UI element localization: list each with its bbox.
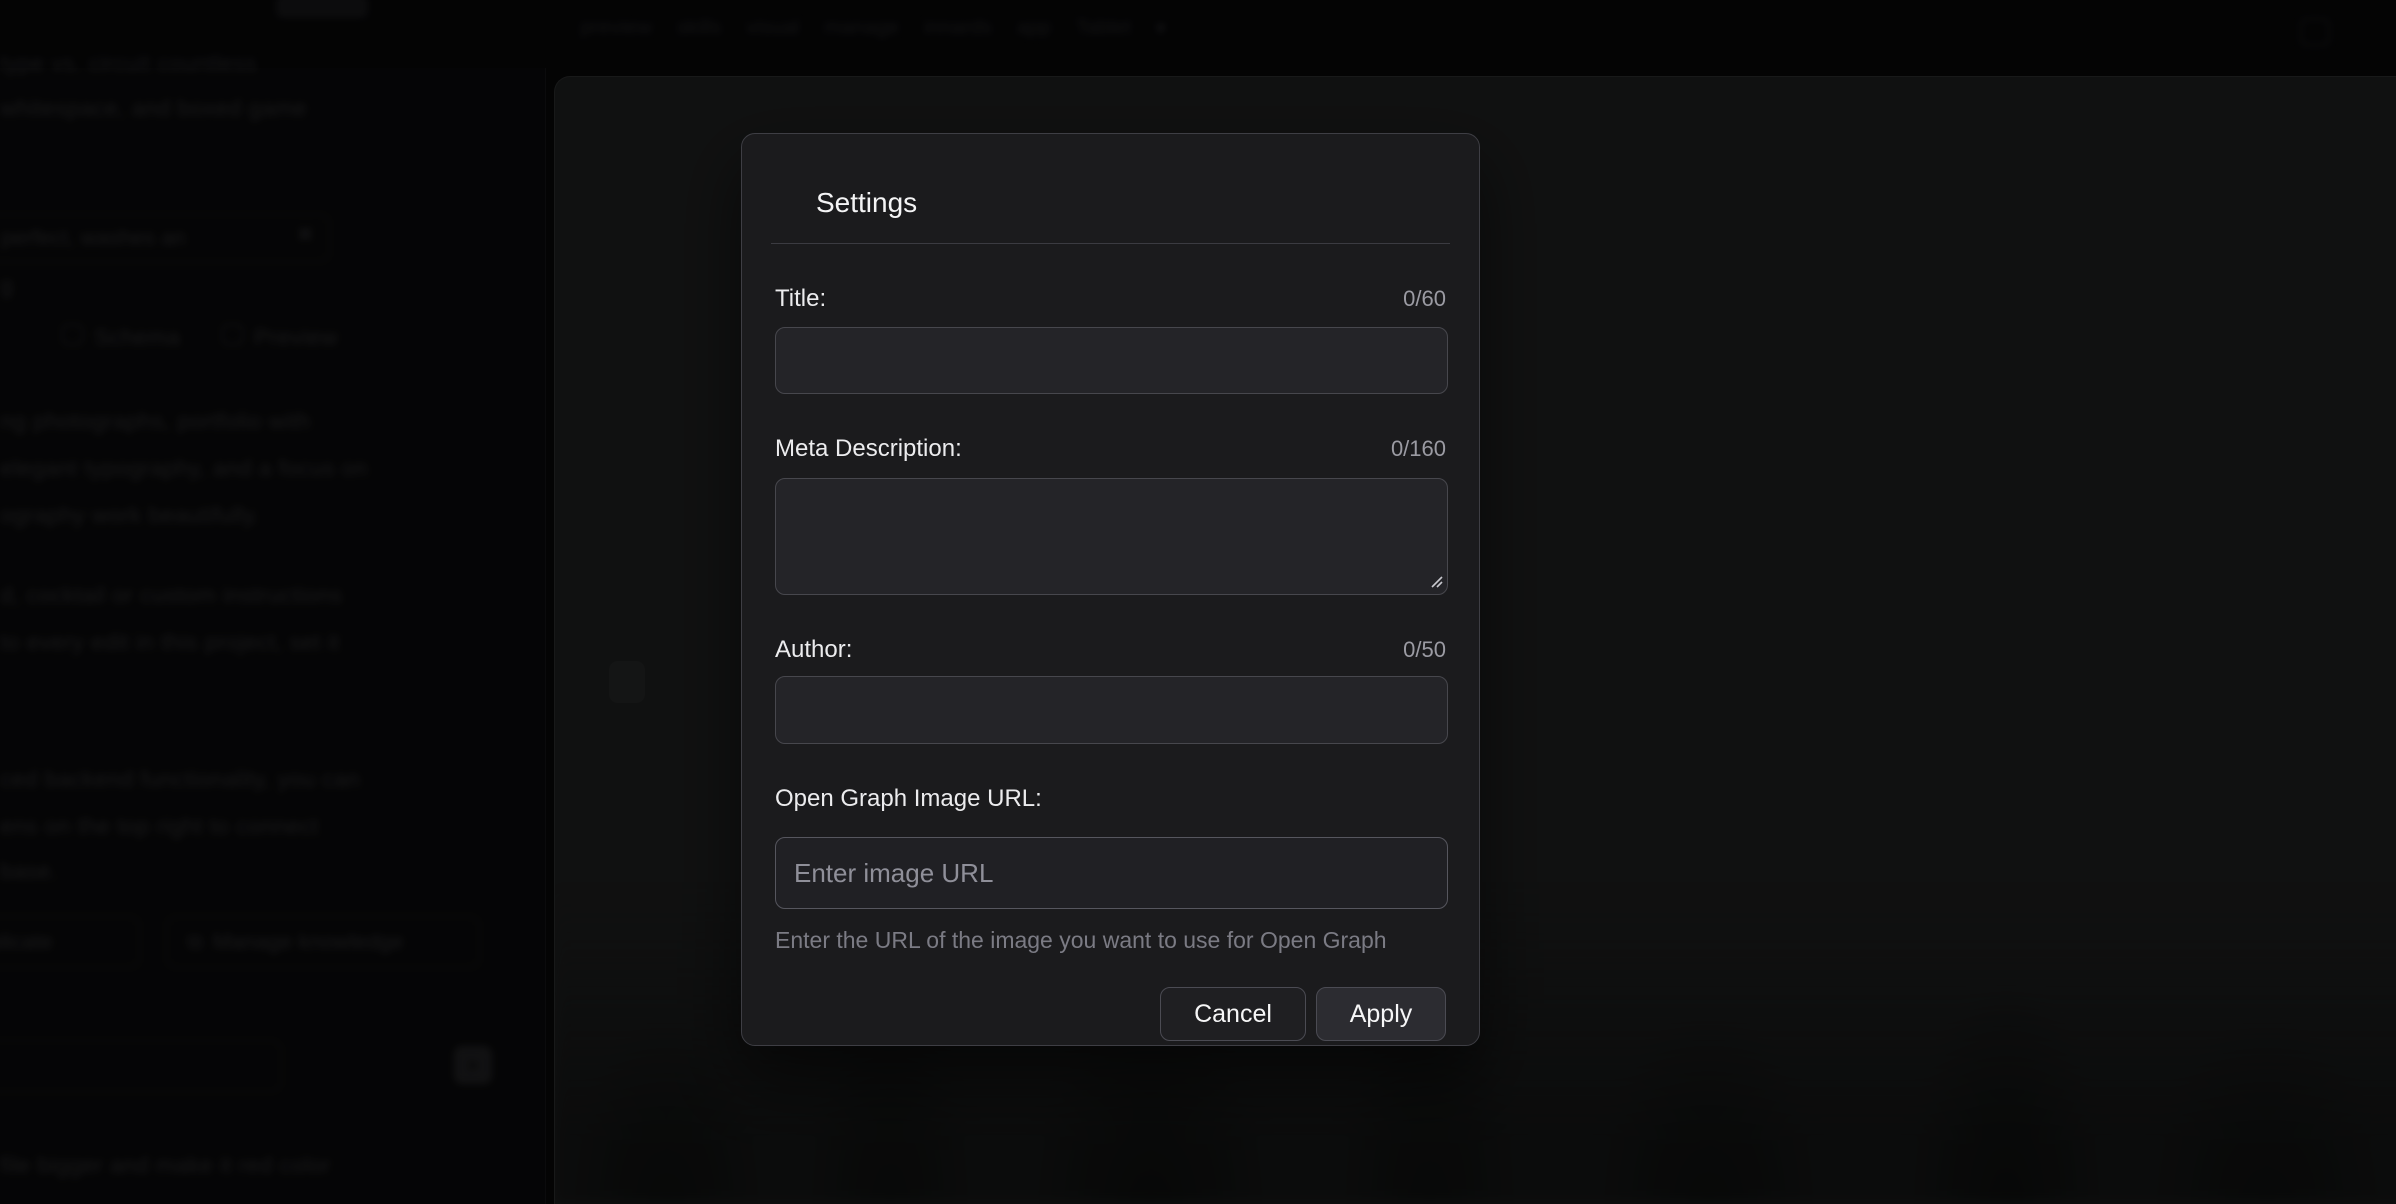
title-label: Title: bbox=[775, 284, 826, 313]
og-image-url-label: Open Graph Image URL: bbox=[775, 784, 1042, 813]
author-label: Author: bbox=[775, 635, 852, 664]
settings-modal: Settings Title: 0/60 Meta Description: 0… bbox=[741, 133, 1480, 1046]
meta-description-field-row: Meta Description: 0/160 bbox=[775, 434, 1446, 463]
og-image-field-row: Open Graph Image URL: bbox=[775, 784, 1446, 813]
title-char-counter: 0/60 bbox=[1403, 286, 1446, 312]
app-root: preview skills visual manage innards app… bbox=[0, 0, 2396, 1204]
modal-button-row: Cancel Apply bbox=[775, 987, 1446, 1041]
title-input[interactable] bbox=[775, 327, 1448, 394]
meta-description-textarea[interactable] bbox=[775, 478, 1448, 595]
modal-divider bbox=[771, 243, 1450, 244]
title-field-row: Title: 0/60 bbox=[775, 284, 1446, 313]
modal-title: Settings bbox=[775, 134, 1446, 220]
author-field-row: Author: 0/50 bbox=[775, 635, 1446, 664]
og-image-helper-text: Enter the URL of the image you want to u… bbox=[775, 927, 1446, 954]
author-char-counter: 0/50 bbox=[1403, 637, 1446, 663]
apply-button[interactable]: Apply bbox=[1316, 987, 1446, 1041]
cancel-button[interactable]: Cancel bbox=[1160, 987, 1306, 1041]
meta-description-char-counter: 0/160 bbox=[1391, 436, 1446, 462]
og-image-url-input[interactable] bbox=[775, 837, 1448, 909]
author-input[interactable] bbox=[775, 676, 1448, 744]
meta-description-label: Meta Description: bbox=[775, 434, 962, 463]
